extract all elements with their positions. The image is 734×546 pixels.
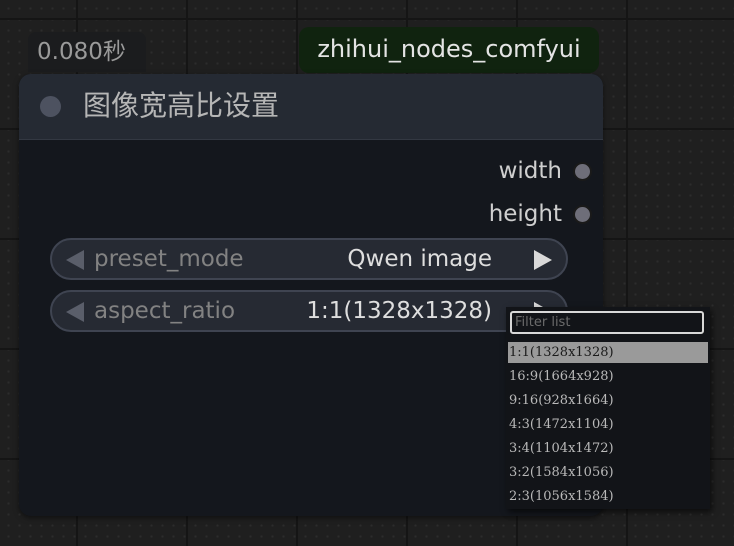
- aspect-ratio-label: aspect_ratio: [94, 298, 236, 324]
- filter-list-input[interactable]: [510, 311, 704, 334]
- arrow-right-icon[interactable]: [534, 250, 552, 270]
- dropdown-option[interactable]: 9:16(928x1664): [508, 390, 708, 411]
- output-label-height: height: [488, 201, 562, 227]
- arrow-left-icon[interactable]: [66, 250, 84, 270]
- output-slot-height-icon[interactable]: [573, 204, 592, 224]
- node-header[interactable]: 图像宽高比设置: [19, 74, 603, 140]
- preset-mode-value: Qwen image: [347, 246, 492, 272]
- output-label-width: width: [498, 158, 562, 184]
- dropdown-option[interactable]: 3:2(1584x1056): [508, 462, 708, 483]
- dropdown-option[interactable]: 1:1(1328x1328): [508, 342, 708, 363]
- preset-mode-combo[interactable]: preset_mode Qwen image: [50, 238, 568, 280]
- dropdown-option[interactable]: 4:3(1472x1104): [508, 414, 708, 435]
- output-width: width: [499, 156, 592, 186]
- output-height: height: [489, 199, 592, 229]
- arrow-left-icon[interactable]: [66, 302, 84, 322]
- collapse-toggle-icon[interactable]: [40, 96, 61, 117]
- node-title: 图像宽高比设置: [83, 89, 280, 122]
- dropdown-option[interactable]: 3:4(1104x1472): [508, 438, 708, 459]
- aspect-ratio-dropdown: 1:1(1328x1328) 16:9(1664x928) 9:16(928x1…: [506, 307, 710, 509]
- dropdown-option[interactable]: 2:3(1056x1584): [508, 486, 708, 507]
- dropdown-option[interactable]: 16:9(1664x928): [508, 366, 708, 387]
- aspect-ratio-value: 1:1(1328x1328): [306, 298, 492, 324]
- execution-time-label: 0.080秒: [28, 32, 146, 72]
- node-source-badge: zhihui_nodes_comfyui: [299, 27, 599, 73]
- preset-mode-label: preset_mode: [94, 246, 244, 272]
- dropdown-options: 1:1(1328x1328) 16:9(1664x928) 9:16(928x1…: [506, 342, 710, 510]
- aspect-ratio-combo[interactable]: aspect_ratio 1:1(1328x1328): [50, 290, 568, 332]
- output-slot-width-icon[interactable]: [573, 161, 592, 181]
